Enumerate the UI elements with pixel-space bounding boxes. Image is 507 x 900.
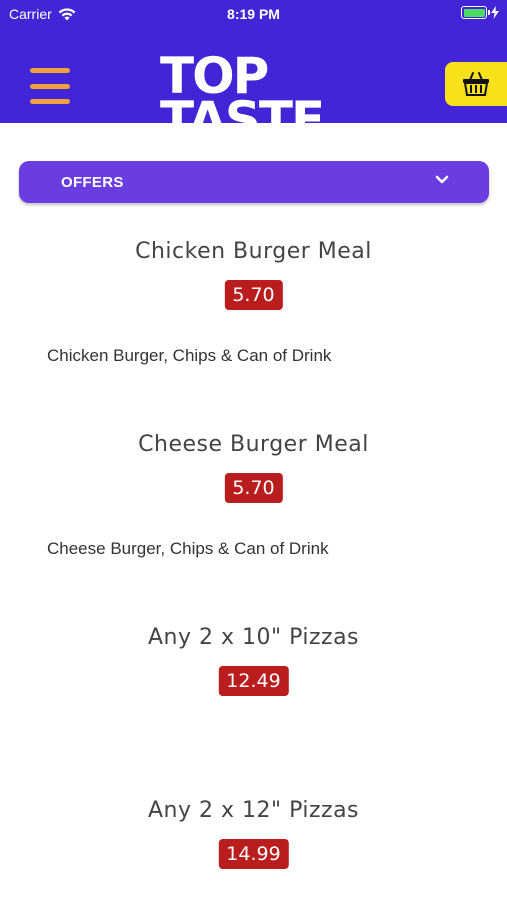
battery-icon bbox=[461, 6, 490, 19]
menu-bar-icon bbox=[30, 68, 70, 73]
category-dropdown-offers[interactable]: OFFERS bbox=[19, 161, 489, 203]
item-description: Chicken Burger, Chips & Can of Drink bbox=[47, 346, 332, 365]
category-label: OFFERS bbox=[61, 174, 124, 191]
chevron-down-icon bbox=[435, 175, 449, 184]
brand-logo: TOP TASTE bbox=[160, 52, 350, 140]
item-title: Cheese Burger Meal bbox=[138, 432, 369, 457]
basket-icon bbox=[463, 72, 489, 96]
item-description: Cheese Burger, Chips & Can of Drink bbox=[47, 539, 329, 558]
charging-bolt-icon bbox=[491, 6, 499, 19]
price-badge[interactable]: 14.99 bbox=[218, 839, 289, 869]
app-header: Carrier 8:19 PM TOP TASTE bbox=[0, 0, 507, 140]
item-title: Any 2 x 10" Pizzas bbox=[147, 625, 360, 650]
price-badge[interactable]: 5.70 bbox=[224, 473, 283, 503]
menu-bar-icon bbox=[30, 99, 70, 104]
battery-indicator bbox=[461, 6, 499, 19]
basket-button[interactable] bbox=[445, 62, 507, 106]
status-bar: Carrier 8:19 PM bbox=[0, 0, 507, 28]
status-time: 8:19 PM bbox=[227, 6, 280, 22]
menu-bar-icon bbox=[30, 83, 70, 89]
logo-text-bottom: TASTE bbox=[160, 91, 325, 140]
item-title: Any 2 x 12" Pizzas bbox=[147, 798, 360, 823]
hamburger-menu-button[interactable] bbox=[30, 68, 70, 104]
price-badge[interactable]: 12.49 bbox=[218, 666, 289, 696]
price-badge[interactable]: 5.70 bbox=[224, 280, 283, 310]
item-title: Chicken Burger Meal bbox=[135, 239, 372, 264]
